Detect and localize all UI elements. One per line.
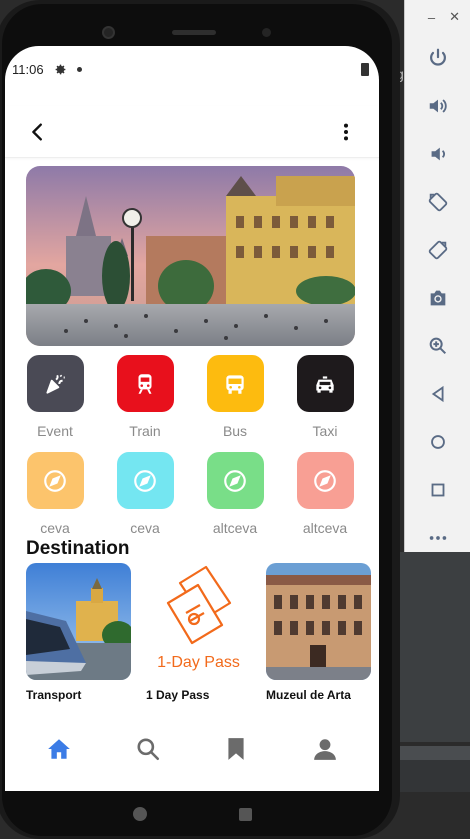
destination-carousel[interactable]: Transport 1-Day Pass 1 Day Pass Muzeul d… [5,563,379,707]
category-label: Taxi [312,423,338,439]
bottom-navigation [5,706,379,791]
category-altceva-2[interactable]: altceva [285,452,365,536]
category-label: Bus [222,423,248,439]
category-icon-tile [296,355,354,412]
volume-up-icon [429,99,447,113]
app-bar [5,106,379,158]
front-camera [102,26,115,39]
hero-city-image [26,166,355,346]
compass-icon [314,469,336,492]
rotate-left-button[interactable] [405,178,470,226]
status-time: 11:06 [12,61,44,77]
phone-frame: 11:06 Event Train Bus Taxi ceva ceva alt… [0,0,400,839]
volume-down-icon [431,147,445,161]
category-label: ceva [130,520,160,536]
destination-card-day-pass[interactable]: 1-Day Pass 1 Day Pass [146,563,251,702]
compass-icon [224,469,246,492]
category-icon-tile [116,452,174,509]
system-navigation [5,791,379,837]
zoom-icon [429,337,446,355]
status-bar: 11:06 [5,58,379,80]
more-vertical-icon[interactable] [335,121,357,143]
destination-card-museum[interactable]: Muzeul de Arta [266,563,371,702]
sensor [262,28,271,37]
party-popper-icon [46,374,65,394]
search-icon[interactable] [135,736,161,762]
category-altceva-1[interactable]: altceva [195,452,275,536]
ide-panel [396,760,470,792]
back-button[interactable] [405,370,470,418]
overview-square-icon [431,483,444,497]
category-icon-tile [116,355,174,412]
screenshot-button[interactable] [405,274,470,322]
more-button[interactable] [405,514,470,562]
compass-icon [44,469,66,492]
volume-up-button[interactable] [405,82,470,130]
close-icon[interactable]: ✕ [449,9,460,25]
category-icon-tile [206,355,264,412]
rotate-left-icon [428,192,447,212]
transport-image [26,563,131,680]
destination-heading: Destination [26,538,130,559]
system-recents-button[interactable] [238,807,252,821]
day-pass-image-text: 1-Day Pass [157,654,240,671]
profile-icon[interactable] [312,736,338,762]
category-ceva-2[interactable]: ceva [105,452,185,536]
category-ceva-1[interactable]: ceva [15,452,95,536]
overview-button[interactable] [405,466,470,514]
train-icon [138,373,152,394]
category-label: Event [37,423,73,439]
system-home-button[interactable] [132,807,147,821]
category-label: altceva [212,520,258,536]
bus-icon [226,374,244,394]
museum-image [266,563,371,680]
camera-icon [430,290,445,306]
category-icon-tile [26,355,84,412]
category-label: altceva [302,520,348,536]
taxi-icon [316,375,334,393]
destination-label: Transport [26,688,82,702]
bookmark-icon[interactable] [223,736,249,762]
settings-gear-icon [55,64,65,74]
category-icon-tile [206,452,264,509]
minimize-icon[interactable]: – [428,10,435,25]
notification-dot [76,66,82,72]
home-circle-icon [430,435,445,449]
category-train[interactable]: Train [105,355,185,439]
back-triangle-icon [431,385,443,403]
more-horizontal-icon [429,536,446,540]
category-label: ceva [40,520,70,536]
volume-down-button[interactable] [405,130,470,178]
destination-card-transport[interactable]: Transport [26,563,131,702]
destination-label: 1 Day Pass [146,688,210,702]
compass-icon [134,469,156,492]
category-label: Train [129,423,161,439]
destination-label: Muzeul de Arta [266,688,351,702]
zoom-button[interactable] [405,322,470,370]
home-button[interactable] [405,418,470,466]
power-button[interactable] [405,34,470,82]
back-arrow-icon[interactable] [27,121,49,143]
earpiece-speaker [172,30,216,35]
power-icon [429,48,446,66]
emulator-toolbar: – ✕ [404,0,470,552]
category-icon-tile [26,452,84,509]
rotate-right-button[interactable] [405,226,470,274]
battery-icon [361,62,369,76]
category-taxi[interactable]: Taxi [285,355,365,439]
app-screen: 11:06 Event Train Bus Taxi ceva ceva alt… [5,46,379,791]
day-pass-image: 1-Day Pass [146,563,251,680]
rotate-right-icon [428,240,447,260]
category-bus[interactable]: Bus [195,355,275,439]
ide-panel [396,746,470,760]
home-icon[interactable] [46,736,72,762]
category-event[interactable]: Event [15,355,95,439]
ide-panel [396,552,470,742]
category-icon-tile [296,452,354,509]
